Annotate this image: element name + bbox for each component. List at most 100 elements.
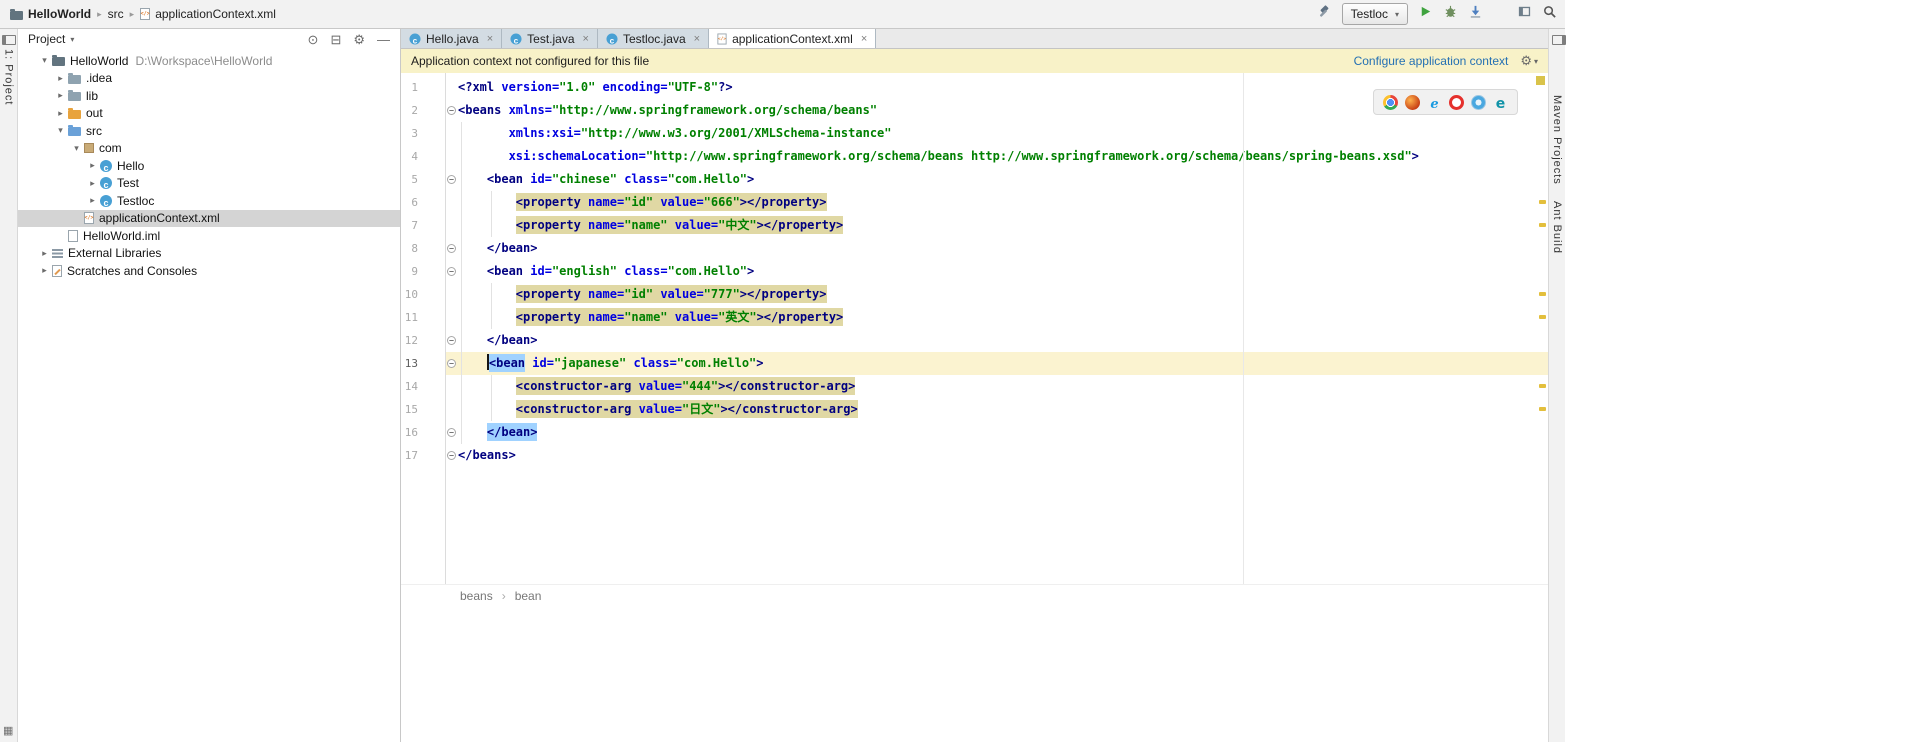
firefox-browser-icon[interactable] — [1405, 94, 1420, 110]
code-line-9[interactable]: 9− <bean id="english" class="com.Hello"> — [401, 260, 1548, 283]
tab-test-java[interactable]: Test.java × — [502, 29, 598, 48]
coverage-button[interactable] — [1468, 4, 1483, 24]
fold-marker-icon[interactable]: − — [445, 444, 458, 467]
tool-button-maven-projects[interactable]: Maven Projects — [1551, 95, 1563, 185]
chevron-right-icon[interactable]: ▸ — [54, 108, 67, 119]
code-line-17[interactable]: 17 − </beans> — [401, 444, 1548, 467]
tool-windows-button[interactable] — [1517, 4, 1532, 24]
banner-settings[interactable]: ⚙ ▾ — [1520, 53, 1538, 69]
chevron-right-icon[interactable]: ▸ — [86, 160, 99, 171]
tool-window-switcher-icon[interactable]: ▦ — [3, 726, 13, 737]
fold-marker-icon[interactable]: − — [445, 99, 458, 122]
locate-file-icon[interactable]: ⊙ — [308, 33, 319, 46]
project-view-title: Project — [28, 32, 66, 46]
tree-item-scratches-and-consoles[interactable]: ▸ Scratches and Consoles — [18, 262, 400, 280]
chevron-down-icon[interactable]: ▾ — [54, 125, 67, 136]
warning-stripe-mark[interactable] — [1539, 223, 1546, 227]
chrome-browser-icon[interactable] — [1383, 94, 1398, 110]
chevron-down-icon[interactable]: ▾ — [38, 55, 51, 66]
run-config-select[interactable]: Testloc ▾ — [1341, 3, 1408, 25]
chevron-right-icon[interactable]: ▸ — [86, 178, 99, 189]
tree-item-applicationcontext-xml[interactable]: applicationContext.xml — [18, 209, 400, 227]
fold-marker-icon[interactable]: − — [445, 168, 458, 191]
code-line-16[interactable]: 16 − </bean> — [401, 421, 1548, 444]
code-line-5[interactable]: 5− <bean id="chinese" class="com.Hello"> — [401, 168, 1548, 191]
tree-item-lib[interactable]: ▸ lib — [18, 87, 400, 105]
code-line-12[interactable]: 12 − </bean> — [401, 329, 1548, 352]
xml-breadcrumb-bean[interactable]: bean — [515, 589, 542, 603]
editor-viewport[interactable]: 1−<?xml version="1.0" encoding="UTF-8"?>… — [401, 73, 1548, 584]
tree-item-external-libraries[interactable]: ▸ External Libraries — [18, 245, 400, 263]
breadcrumb-src[interactable]: src — [108, 7, 124, 21]
warning-stripe-mark[interactable] — [1539, 292, 1546, 296]
settings-gear-icon[interactable]: ⚙ — [353, 33, 365, 46]
fold-marker-icon[interactable]: − — [445, 352, 458, 375]
code-line-11[interactable]: 11 − <property name="name" value="英文"></p… — [401, 306, 1548, 329]
code-line-6[interactable]: 6− <property name="id" value="666"></pro… — [401, 191, 1548, 214]
tool-button-ant-build[interactable]: Ant Build — [1551, 201, 1563, 254]
fold-marker-icon[interactable]: − — [445, 237, 458, 260]
code-line-4[interactable]: 4 − xsi:schemaLocation="http://www.spring… — [401, 145, 1548, 168]
warning-stripe-mark[interactable] — [1539, 384, 1546, 388]
tab-close-icon[interactable]: × — [583, 33, 589, 45]
code-token: = — [696, 193, 704, 211]
tree-item-out[interactable]: ▸ out — [18, 105, 400, 123]
opera-browser-icon[interactable] — [1449, 94, 1464, 110]
breadcrumb-helloworld[interactable]: HelloWorld — [28, 7, 91, 21]
fold-marker-icon[interactable]: − — [445, 421, 458, 444]
code-line-3[interactable]: 3 − xmlns:xsi="http://www.w3.org/2001/XML… — [401, 122, 1548, 145]
build-hammer-icon[interactable] — [1317, 4, 1332, 24]
warning-stripe-mark[interactable] — [1539, 407, 1546, 411]
chevron-right-icon[interactable]: ▸ — [38, 248, 51, 259]
code-text: <property name="id" value="777"></proper… — [458, 283, 827, 306]
fold-marker-icon[interactable]: − — [445, 329, 458, 352]
code-token: <property — [515, 285, 589, 303]
collapse-all-icon[interactable]: ⊟ — [330, 33, 341, 46]
safari-browser-icon[interactable] — [1471, 94, 1486, 110]
code-line-15[interactable]: 15 − <constructor-arg value="日文"></constr… — [401, 398, 1548, 421]
tab-testloc-java[interactable]: Testloc.java × — [597, 29, 710, 48]
tab-close-icon[interactable]: × — [487, 33, 493, 45]
hide-panel-icon[interactable]: — — [377, 33, 390, 46]
search-everywhere-button[interactable] — [1542, 4, 1557, 24]
code-line-8[interactable]: 8 − </bean> — [401, 237, 1548, 260]
project-panel-actions: ⊙ ⊟ ⚙ — — [308, 33, 390, 46]
tab-close-icon[interactable]: × — [694, 33, 700, 45]
tab-close-icon[interactable]: × — [861, 33, 867, 45]
tree-item-helloworld-iml[interactable]: HelloWorld.iml — [18, 227, 400, 245]
warning-stripe-mark[interactable] — [1539, 200, 1546, 204]
project-tool-button[interactable]: 1: Project — [0, 35, 17, 105]
chevron-right-icon[interactable]: ▸ — [54, 90, 67, 101]
chevron-right-icon[interactable]: ▸ — [38, 265, 51, 276]
tree-item-test[interactable]: ▸ Test — [18, 175, 400, 193]
chevron-right-icon[interactable]: ▸ — [54, 73, 67, 84]
tree-item-idea[interactable]: ▸ .idea — [18, 70, 400, 88]
ie-browser-icon[interactable] — [1427, 95, 1442, 110]
fold-marker-icon[interactable]: − — [445, 260, 458, 283]
code-line-14[interactable]: 14 − <constructor-arg value="444"></const… — [401, 375, 1548, 398]
tree-item-com[interactable]: ▾ com — [18, 140, 400, 158]
tab-hello-java[interactable]: Hello.java × — [401, 29, 503, 48]
inspection-indicator[interactable] — [1536, 76, 1545, 85]
debug-button[interactable] — [1443, 4, 1458, 24]
chevron-right-icon[interactable]: ▸ — [86, 195, 99, 206]
run-button[interactable] — [1418, 4, 1433, 24]
tree-item-testloc[interactable]: ▸ Testloc — [18, 192, 400, 210]
code-text: </beans> — [458, 444, 516, 467]
code-token: name — [588, 285, 617, 303]
tree-item-helloworld[interactable]: ▾ HelloWorld D:\Workspace\HelloWorld — [18, 52, 400, 70]
warning-stripe-mark[interactable] — [1539, 315, 1546, 319]
edge-browser-icon[interactable] — [1493, 95, 1508, 110]
tree-item-hello[interactable]: ▸ Hello — [18, 157, 400, 175]
xml-breadcrumb-beans[interactable]: beans — [460, 589, 493, 603]
tab-applicationcontext-xml[interactable]: applicationContext.xml × — [709, 29, 877, 48]
breadcrumb-applicationcontext-xml[interactable]: applicationContext.xml — [155, 7, 276, 21]
chevron-down-icon[interactable]: ▾ — [70, 143, 83, 154]
code-line-10[interactable]: 10− <property name="id" value="777"></pr… — [401, 283, 1548, 306]
code-line-13[interactable]: 13− <bean id="japanese" class="com.Hello… — [401, 352, 1548, 375]
code-line-7[interactable]: 7 − <property name="name" value="中文"></pr… — [401, 214, 1548, 237]
tree-item-src[interactable]: ▾ src — [18, 122, 400, 140]
code-token: = — [660, 80, 668, 94]
configure-context-link[interactable]: Configure application context — [1354, 54, 1509, 68]
project-view-select[interactable]: Project ▾ — [28, 32, 74, 46]
